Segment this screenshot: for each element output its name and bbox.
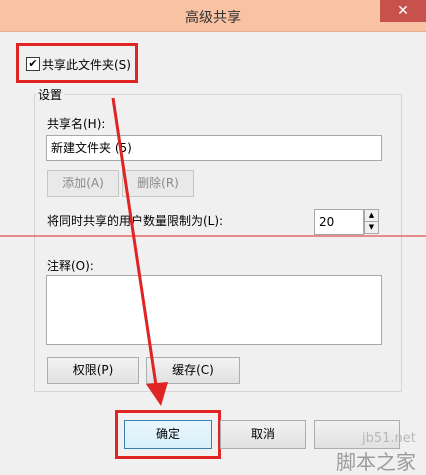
close-button[interactable]: ✕ (380, 0, 426, 22)
share-folder-checkbox[interactable]: ✔ (26, 57, 40, 71)
share-name-input[interactable]: 新建文件夹 (5) (46, 135, 382, 161)
window-title: 高级共享 (185, 10, 241, 26)
watermark-brand: 脚本之家 (336, 450, 416, 474)
caching-button[interactable]: 缓存(C) (146, 357, 240, 384)
user-limit-spinner: ▲ ▼ (364, 209, 379, 235)
user-limit-input[interactable]: 20 (314, 209, 364, 235)
settings-legend: 设置 (36, 86, 65, 103)
permissions-button[interactable]: 权限(P) (47, 357, 139, 384)
title-bar: 高级共享 ✕ (0, 0, 426, 32)
comment-textarea[interactable] (46, 275, 382, 345)
share-name-label: 共享名(H): (47, 117, 106, 131)
cancel-button[interactable]: 取消 (220, 420, 306, 449)
remove-button[interactable]: 删除(R) (122, 170, 194, 197)
watermark-site: jb51.net (362, 431, 416, 446)
close-icon: ✕ (397, 3, 409, 19)
spinner-down-icon[interactable]: ▼ (364, 221, 379, 234)
comment-label: 注释(O): (47, 259, 94, 273)
checkmark-icon: ✔ (28, 57, 38, 70)
add-button[interactable]: 添加(A) (47, 170, 119, 197)
share-folder-label[interactable]: 共享此文件夹(S) (42, 56, 131, 73)
user-limit-label: 将同时共享的用户数量限制为(L): (47, 214, 224, 228)
annotation-ok-highlight (115, 410, 221, 459)
